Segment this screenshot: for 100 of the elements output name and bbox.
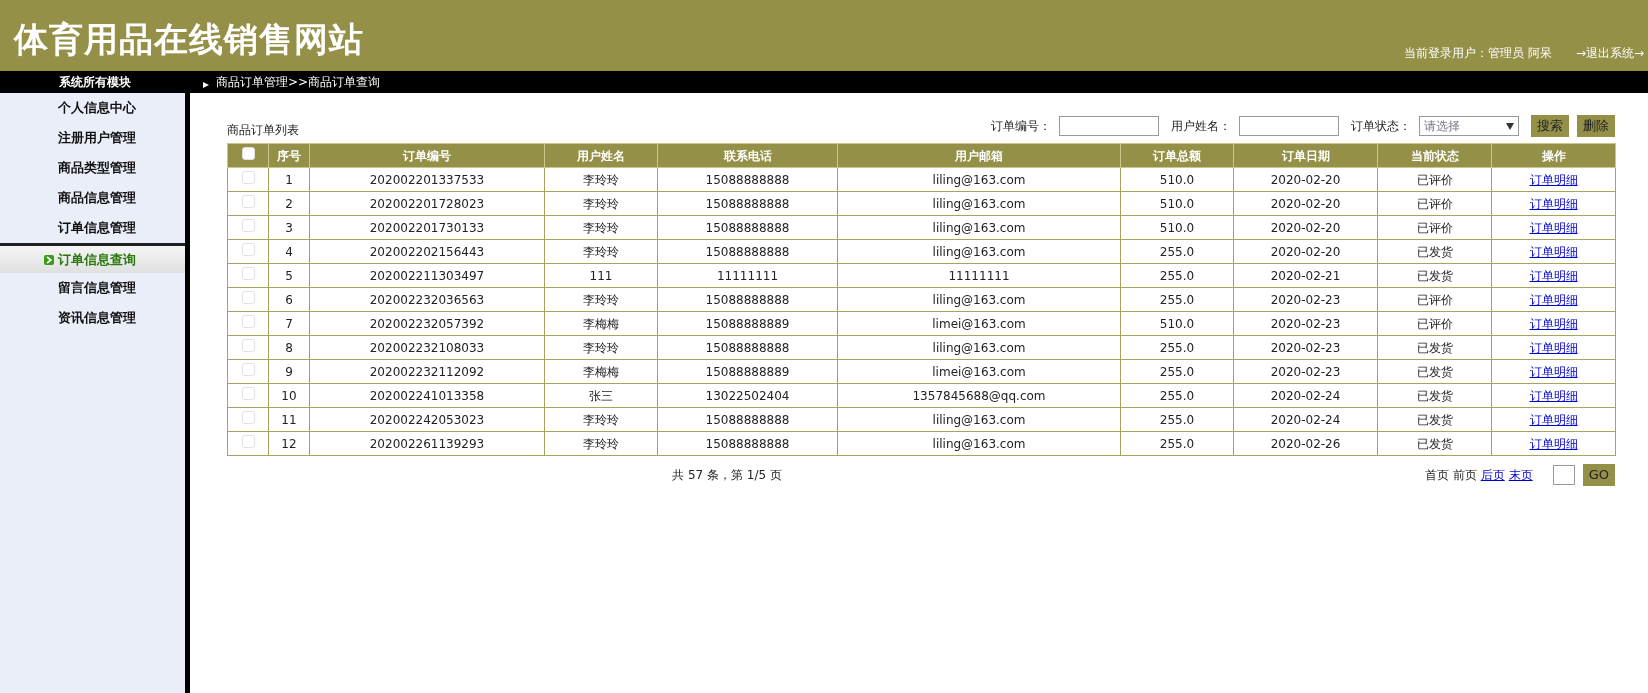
table-cell: 255.0: [1120, 383, 1234, 408]
site-title: 体育用品在线销售网站: [12, 18, 364, 61]
row-checkbox[interactable]: [241, 314, 255, 328]
row-checkbox[interactable]: [241, 218, 255, 232]
table-cell: 李玲玲: [544, 287, 658, 312]
table-cell: 202002261139293: [309, 431, 545, 456]
table-cell: 11111111: [657, 263, 838, 288]
sidebar-item[interactable]: 留言信息管理: [0, 273, 185, 303]
table-cell: 11: [268, 407, 310, 432]
table-cell: 111: [544, 263, 658, 288]
search-button[interactable]: 搜索: [1531, 115, 1569, 137]
table-cell: 已评价: [1377, 167, 1492, 192]
table-cell: 202002201730133: [309, 215, 545, 240]
page-summary: 共 57 条，第 1/5 页: [672, 467, 782, 482]
row-checkbox[interactable]: [241, 290, 255, 304]
table-cell: 李玲玲: [544, 191, 658, 216]
table-cell: 510.0: [1120, 311, 1234, 336]
column-header: 用户邮箱: [837, 143, 1121, 168]
table-cell: liling@163.com: [837, 407, 1121, 432]
table-cell: 1357845688@qq.com: [837, 383, 1121, 408]
table-cell: 510.0: [1120, 167, 1234, 192]
table-cell: liling@163.com: [837, 431, 1121, 456]
table-cell: 13022502404: [657, 383, 838, 408]
input-field[interactable]: [1059, 116, 1159, 136]
table-cell: 8: [268, 335, 310, 360]
sidebar-item[interactable]: 商品信息管理: [0, 183, 185, 213]
table-cell: 2020-02-20: [1233, 215, 1378, 240]
table-cell: 202002242053023: [309, 407, 545, 432]
column-header: 序号: [268, 143, 310, 168]
table-cell: liling@163.com: [837, 239, 1121, 264]
sidebar-item[interactable]: 资讯信息管理: [0, 303, 185, 333]
table-cell: 7: [268, 311, 310, 336]
table-cell: 已发货: [1377, 359, 1492, 384]
table-cell: 李梅梅: [544, 311, 658, 336]
table-cell: 510.0: [1120, 215, 1234, 240]
sidebar-item[interactable]: 订单信息查询: [0, 243, 185, 273]
table-cell: 5: [268, 263, 310, 288]
table-cell: 已发货: [1377, 431, 1492, 456]
table-cell: 202002232057392: [309, 311, 545, 336]
table-cell: 张三: [544, 383, 658, 408]
row-checkbox[interactable]: [241, 266, 255, 280]
table-cell: 255.0: [1120, 239, 1234, 264]
table-cell: 李玲玲: [544, 167, 658, 192]
page-link[interactable]: 后页: [1480, 465, 1505, 484]
table-cell: 11111111: [837, 263, 1121, 288]
arrow-icon: [44, 254, 54, 265]
user-info: 当前登录用户：管理员 阿呆: [1404, 45, 1552, 62]
column-header: 联系电话: [657, 143, 838, 168]
table-cell: 6: [268, 287, 310, 312]
row-checkbox[interactable]: [241, 242, 255, 256]
table-cell: 已评价: [1377, 287, 1492, 312]
table-cell: 已评价: [1377, 311, 1492, 336]
table-cell: 2020-02-23: [1233, 311, 1378, 336]
sidebar-item[interactable]: 个人信息中心: [0, 93, 185, 123]
column-header: 订单总额: [1120, 143, 1234, 168]
table-cell: limei@163.com: [837, 359, 1121, 384]
input-field[interactable]: [1239, 116, 1339, 136]
filter-label: 订单状态：: [1351, 118, 1411, 135]
table-cell: 已评价: [1377, 191, 1492, 216]
row-checkbox[interactable]: [241, 386, 255, 400]
table-cell: 已发货: [1377, 335, 1492, 360]
table-cell: 10: [268, 383, 310, 408]
table-cell: 已发货: [1377, 383, 1492, 408]
table-cell: 2020-02-23: [1233, 359, 1378, 384]
table-cell: 15088888889: [657, 311, 838, 336]
row-checkbox[interactable]: [241, 194, 255, 208]
table-cell: 15088888888: [657, 431, 838, 456]
table-cell: 202002232036563: [309, 287, 545, 312]
table-cell: 已发货: [1377, 407, 1492, 432]
row-checkbox[interactable]: [241, 410, 255, 424]
row-checkbox[interactable]: [241, 434, 255, 448]
page-input[interactable]: [1552, 464, 1575, 485]
arrow-icon: [202, 81, 210, 89]
page-link[interactable]: 末页: [1508, 465, 1533, 484]
table-cell: 9: [268, 359, 310, 384]
table-cell: 李梅梅: [544, 359, 658, 384]
table-cell: 255.0: [1120, 287, 1234, 312]
row-checkbox[interactable]: [241, 362, 255, 376]
table-cell: liling@163.com: [837, 167, 1121, 192]
table-cell: 1: [268, 167, 310, 192]
table-cell: 202002201337533: [309, 167, 545, 192]
delete-button[interactable]: 删除: [1577, 115, 1615, 137]
table-cell: 202002211303497: [309, 263, 545, 288]
table-cell: 2020-02-26: [1233, 431, 1378, 456]
table-cell: 2020-02-24: [1233, 383, 1378, 408]
go-button[interactable]: GO: [1582, 464, 1615, 486]
sidebar-item[interactable]: 注册用户管理: [0, 123, 185, 153]
sidebar-item[interactable]: 订单信息管理: [0, 213, 185, 243]
row-checkbox[interactable]: [241, 338, 255, 352]
table-cell: 2020-02-21: [1233, 263, 1378, 288]
table-cell: 15088888888: [657, 215, 838, 240]
row-checkbox[interactable]: [241, 170, 255, 184]
column-header: 操作: [1491, 143, 1616, 168]
table-cell: 255.0: [1120, 335, 1234, 360]
table-cell: limei@163.com: [837, 311, 1121, 336]
table-cell: 202002232108033: [309, 335, 545, 360]
table-cell: 510.0: [1120, 191, 1234, 216]
sidebar-item[interactable]: 商品类型管理: [0, 153, 185, 183]
status-select[interactable]: 请选择: [1419, 116, 1519, 136]
select-all-checkbox[interactable]: [241, 146, 255, 160]
